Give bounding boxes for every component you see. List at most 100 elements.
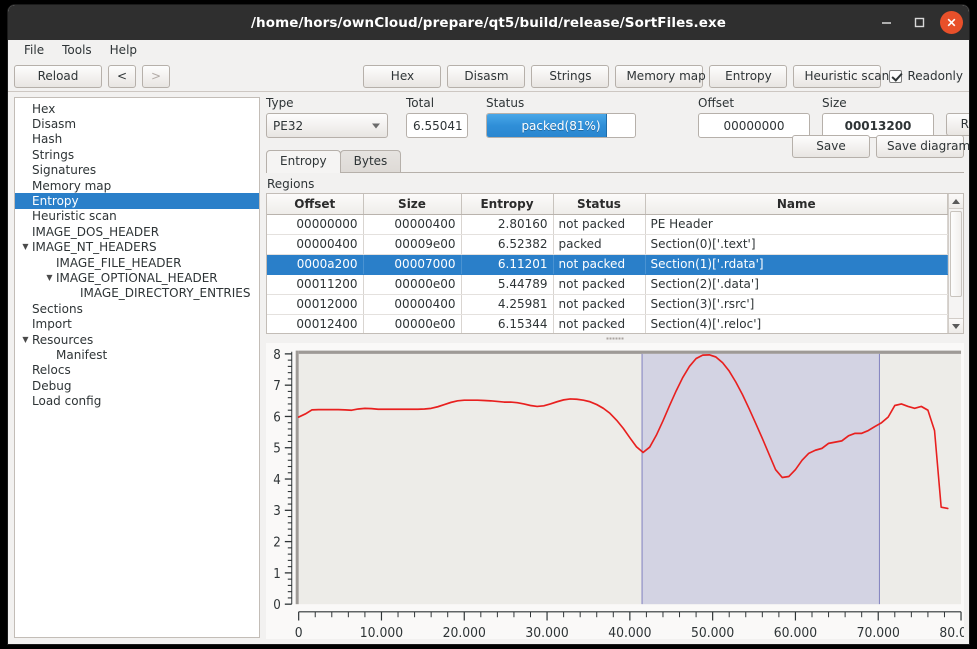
reload-button[interactable]: Reload (14, 64, 102, 88)
table-row[interactable]: 00012400 00000e00 6.15344 not packed Section… (267, 314, 948, 333)
save-button[interactable]: Save (792, 135, 870, 158)
cell-name: PE Header (645, 214, 948, 235)
sidebar-item-import[interactable]: ▼Import (15, 316, 259, 331)
sidebar-item-image-directory-entries[interactable]: ▼IMAGE_DIRECTORY_ENTRIES (15, 286, 259, 301)
pane-splitter[interactable] (266, 334, 964, 343)
sidebar-item-heuristic-scan[interactable]: ▼Heuristic scan (15, 209, 259, 224)
title-bar: /home/hors/ownCloud/prepare/qt5/build/re… (8, 5, 969, 40)
cell-status: not packed (553, 274, 646, 295)
regions-table: Offset Size Entropy Status Name 00000000… (267, 194, 948, 333)
sidebar-tree-pane[interactable]: ▼Hex▼Disasm▼Hash▼Strings▼Signatures▼Memo… (14, 97, 260, 638)
sidebar-item-image-dos-header[interactable]: ▼IMAGE_DOS_HEADER (15, 224, 259, 239)
sidebar-item-hex[interactable]: ▼Hex (15, 101, 259, 116)
menu-help[interactable]: Help (102, 41, 145, 59)
strings-button[interactable]: Strings (531, 64, 610, 88)
column-header-entropy[interactable]: Entropy (461, 194, 554, 215)
total-field-group: Total 6.55041 (406, 96, 468, 138)
table-row[interactable]: 00000400 00009e00 6.52382 packed Section(0)[… (267, 234, 948, 255)
sidebar-item-hash[interactable]: ▼Hash (15, 132, 259, 147)
column-header-offset[interactable]: Offset (267, 194, 364, 215)
sidebar-item-image-nt-headers[interactable]: ▼ IMAGE_NT_HEADERS (15, 240, 259, 255)
regions-table-container: Offset Size Entropy Status Name 00000000… (266, 193, 964, 334)
cell-name: Section(3)['.rsrc'] (645, 294, 948, 315)
scroll-down-icon[interactable] (949, 318, 963, 333)
column-header-size[interactable]: Size (363, 194, 462, 215)
sidebar-item-disasm[interactable]: ▼Disasm (15, 116, 259, 131)
sidebar-item-load-config[interactable]: ▼Load config (15, 393, 259, 408)
x-tick-label: 20.000 (443, 625, 486, 639)
sidebar-item-memory-map[interactable]: ▼Memory map (15, 178, 259, 193)
offset-label: Offset (698, 96, 735, 110)
menu-tools[interactable]: Tools (54, 41, 100, 59)
readonly-checkbox[interactable]: Readonly (889, 69, 963, 83)
entropy-chart[interactable]: 0 1 2 3 4 5 6 7 8 0 10.000 20.000 30.000 40.000 50.000… (266, 343, 964, 639)
sidebar-item-manifest[interactable]: ▼Manifest (15, 347, 259, 362)
sidebar-tree: ▼Hex▼Disasm▼Hash▼Strings▼Signatures▼Memo… (15, 98, 259, 409)
sidebar-item-signatures[interactable]: ▼Signatures (15, 163, 259, 178)
tab-entropy[interactable]: Entropy (266, 150, 341, 173)
sidebar-item-strings[interactable]: ▼Strings (15, 147, 259, 162)
type-select[interactable]: PE32 (266, 113, 388, 138)
chart-y-axis: 0 1 2 3 4 5 6 7 8 (273, 346, 293, 612)
hex-button[interactable]: Hex (363, 64, 442, 88)
regions-vertical-scrollbar[interactable] (948, 194, 963, 333)
x-tick-label: 10.000 (360, 625, 403, 639)
table-row[interactable]: 0000a200 00007000 6.11201 not packed Section… (267, 254, 948, 275)
column-header-name[interactable]: Name (645, 194, 948, 215)
sidebar-item-image-file-header[interactable]: ▼IMAGE_FILE_HEADER (15, 255, 259, 270)
table-row[interactable]: 00011200 00000e00 5.44789 not packed Section… (267, 274, 948, 295)
y-tick-label: 4 (273, 471, 281, 487)
sidebar-item-label: IMAGE_NT_HEADERS (32, 240, 157, 255)
disasm-button[interactable]: Disasm (447, 64, 526, 88)
nav-forward-button[interactable]: > (142, 64, 170, 88)
cell-size: 00007000 (363, 254, 462, 275)
size-label: Size (822, 96, 847, 110)
chevron-down-icon[interactable]: ▼ (19, 335, 32, 344)
cell-status: packed (553, 234, 646, 255)
table-row[interactable]: 00012000 00000400 4.25981 not packed Section… (267, 294, 948, 315)
chevron-down-icon[interactable]: ▼ (19, 243, 32, 251)
heuristic-scan-button[interactable]: Heuristic scan (793, 64, 889, 88)
cell-size: 00000e00 (363, 274, 462, 295)
sidebar-item-entropy[interactable]: ▼Entropy (15, 193, 259, 209)
menu-file[interactable]: File (16, 41, 52, 59)
sidebar-item-sections[interactable]: ▼Sections (15, 301, 259, 316)
nav-back-button[interactable]: < (108, 64, 136, 88)
content-pane: Type PE32 Total 6.55041 Status packed(81… (260, 92, 969, 644)
total-input[interactable]: 6.55041 (406, 113, 468, 138)
cell-status: not packed (553, 314, 646, 333)
tab-bytes[interactable]: Bytes (339, 150, 402, 172)
regions-table-body: 00000000 00000400 2.80160 not packed PE Head… (267, 214, 948, 333)
x-tick-label: 80.000 (939, 625, 964, 639)
cell-size: 00000e00 (363, 314, 462, 333)
scroll-up-icon[interactable] (949, 194, 963, 209)
entropy-button[interactable]: Entropy (709, 64, 788, 88)
type-value: PE32 (273, 118, 304, 133)
table-row[interactable]: 00000000 00000400 2.80160 not packed PE Head… (267, 214, 948, 235)
minimize-icon[interactable] (874, 11, 898, 35)
sidebar-item-label: Strings (32, 147, 75, 162)
sidebar-item-label: Hash (32, 132, 63, 147)
sidebar-item-resources[interactable]: ▼ Resources (15, 332, 259, 347)
maximize-icon[interactable] (907, 11, 931, 35)
sidebar-item-debug[interactable]: ▼Debug (15, 378, 259, 393)
scrollbar-thumb[interactable] (950, 211, 962, 297)
reload-diagram-button[interactable]: Reload (946, 113, 969, 136)
chart-highlight-band (642, 353, 880, 605)
column-header-status[interactable]: Status (553, 194, 646, 215)
cell-offset: 00011200 (267, 274, 364, 295)
sidebar-item-label: IMAGE_OPTIONAL_HEADER (56, 270, 218, 285)
chevron-down-icon[interactable]: ▼ (43, 273, 56, 282)
cell-entropy: 5.44789 (461, 274, 554, 295)
save-diagram-button[interactable]: Save diagram (876, 135, 969, 158)
readonly-label: Readonly (907, 69, 963, 83)
cell-name: Section(0)['.text'] (645, 234, 948, 255)
sidebar-item-relocs[interactable]: ▼Relocs (15, 363, 259, 378)
cell-size: 00009e00 (363, 234, 462, 255)
memory-map-button[interactable]: Memory map (615, 64, 706, 88)
toolbar-right-group: Hex Disasm Strings Memory map Entropy He… (363, 64, 963, 88)
x-tick-label: 30.000 (525, 625, 568, 639)
close-icon[interactable] (940, 11, 963, 34)
sidebar-item-image-optional-header[interactable]: ▼ IMAGE_OPTIONAL_HEADER (15, 270, 259, 285)
status-badge: packed(81%) (521, 118, 601, 133)
